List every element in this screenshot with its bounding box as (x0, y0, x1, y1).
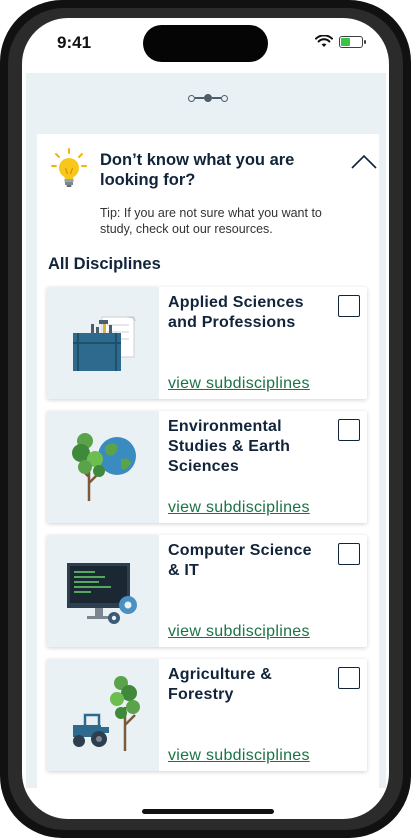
status-time: 9:41 (57, 33, 92, 52)
tractor-tree-illustration (47, 659, 159, 771)
step-dot (221, 94, 228, 102)
step-dot-active (204, 94, 212, 102)
discipline-checkbox[interactable] (338, 543, 360, 565)
discipline-title: Computer Science & IT (168, 542, 312, 579)
screen: 9:41 Don’t know what you are looking for… (22, 18, 389, 819)
main-content: Don’t know what you are looking for? Tip… (26, 73, 386, 788)
discipline-checkbox[interactable] (338, 295, 360, 317)
view-subdisciplines-link[interactable]: view subdisciplines (168, 375, 310, 393)
section-title: All Disciplines (48, 255, 161, 273)
discipline-checkbox[interactable] (338, 667, 360, 689)
step-indicator (188, 94, 228, 102)
hint-title: Don’t know what you are looking for? (100, 151, 295, 189)
lightbulb-icon (51, 148, 87, 187)
computer-gear-illustration (47, 535, 159, 647)
discipline-title: Applied Sciences and Professions (168, 294, 304, 331)
discipline-card[interactable]: Environmental Studies & Earth Sciences v… (47, 411, 367, 523)
view-subdisciplines-link[interactable]: view subdisciplines (168, 747, 310, 765)
toolbox-illustration (47, 287, 159, 399)
battery-icon (339, 35, 366, 48)
status-icons (315, 35, 366, 48)
home-indicator[interactable] (142, 809, 274, 814)
chevron-up-icon[interactable] (351, 154, 377, 170)
discipline-card[interactable]: Agriculture & Forestry view subdisciplin… (47, 659, 367, 771)
view-subdisciplines-link[interactable]: view subdisciplines (168, 623, 310, 641)
dynamic-island (143, 25, 268, 62)
discipline-title: Environmental Studies & Earth Sciences (168, 418, 291, 475)
view-subdisciplines-link[interactable]: view subdisciplines (168, 499, 310, 517)
discipline-card[interactable]: Computer Science & IT view subdiscipline… (47, 535, 367, 647)
wifi-icon (315, 35, 333, 47)
discipline-card[interactable]: Applied Sciences and Professions view su… (47, 287, 367, 399)
step-dot (188, 94, 195, 102)
globe-tree-illustration (47, 411, 159, 523)
disciplines-panel: Don’t know what you are looking for? Tip… (37, 134, 379, 788)
discipline-checkbox[interactable] (338, 419, 360, 441)
hint-tip: Tip: If you are not sure what you want t… (100, 206, 322, 236)
discipline-title: Agriculture & Forestry (168, 666, 272, 703)
